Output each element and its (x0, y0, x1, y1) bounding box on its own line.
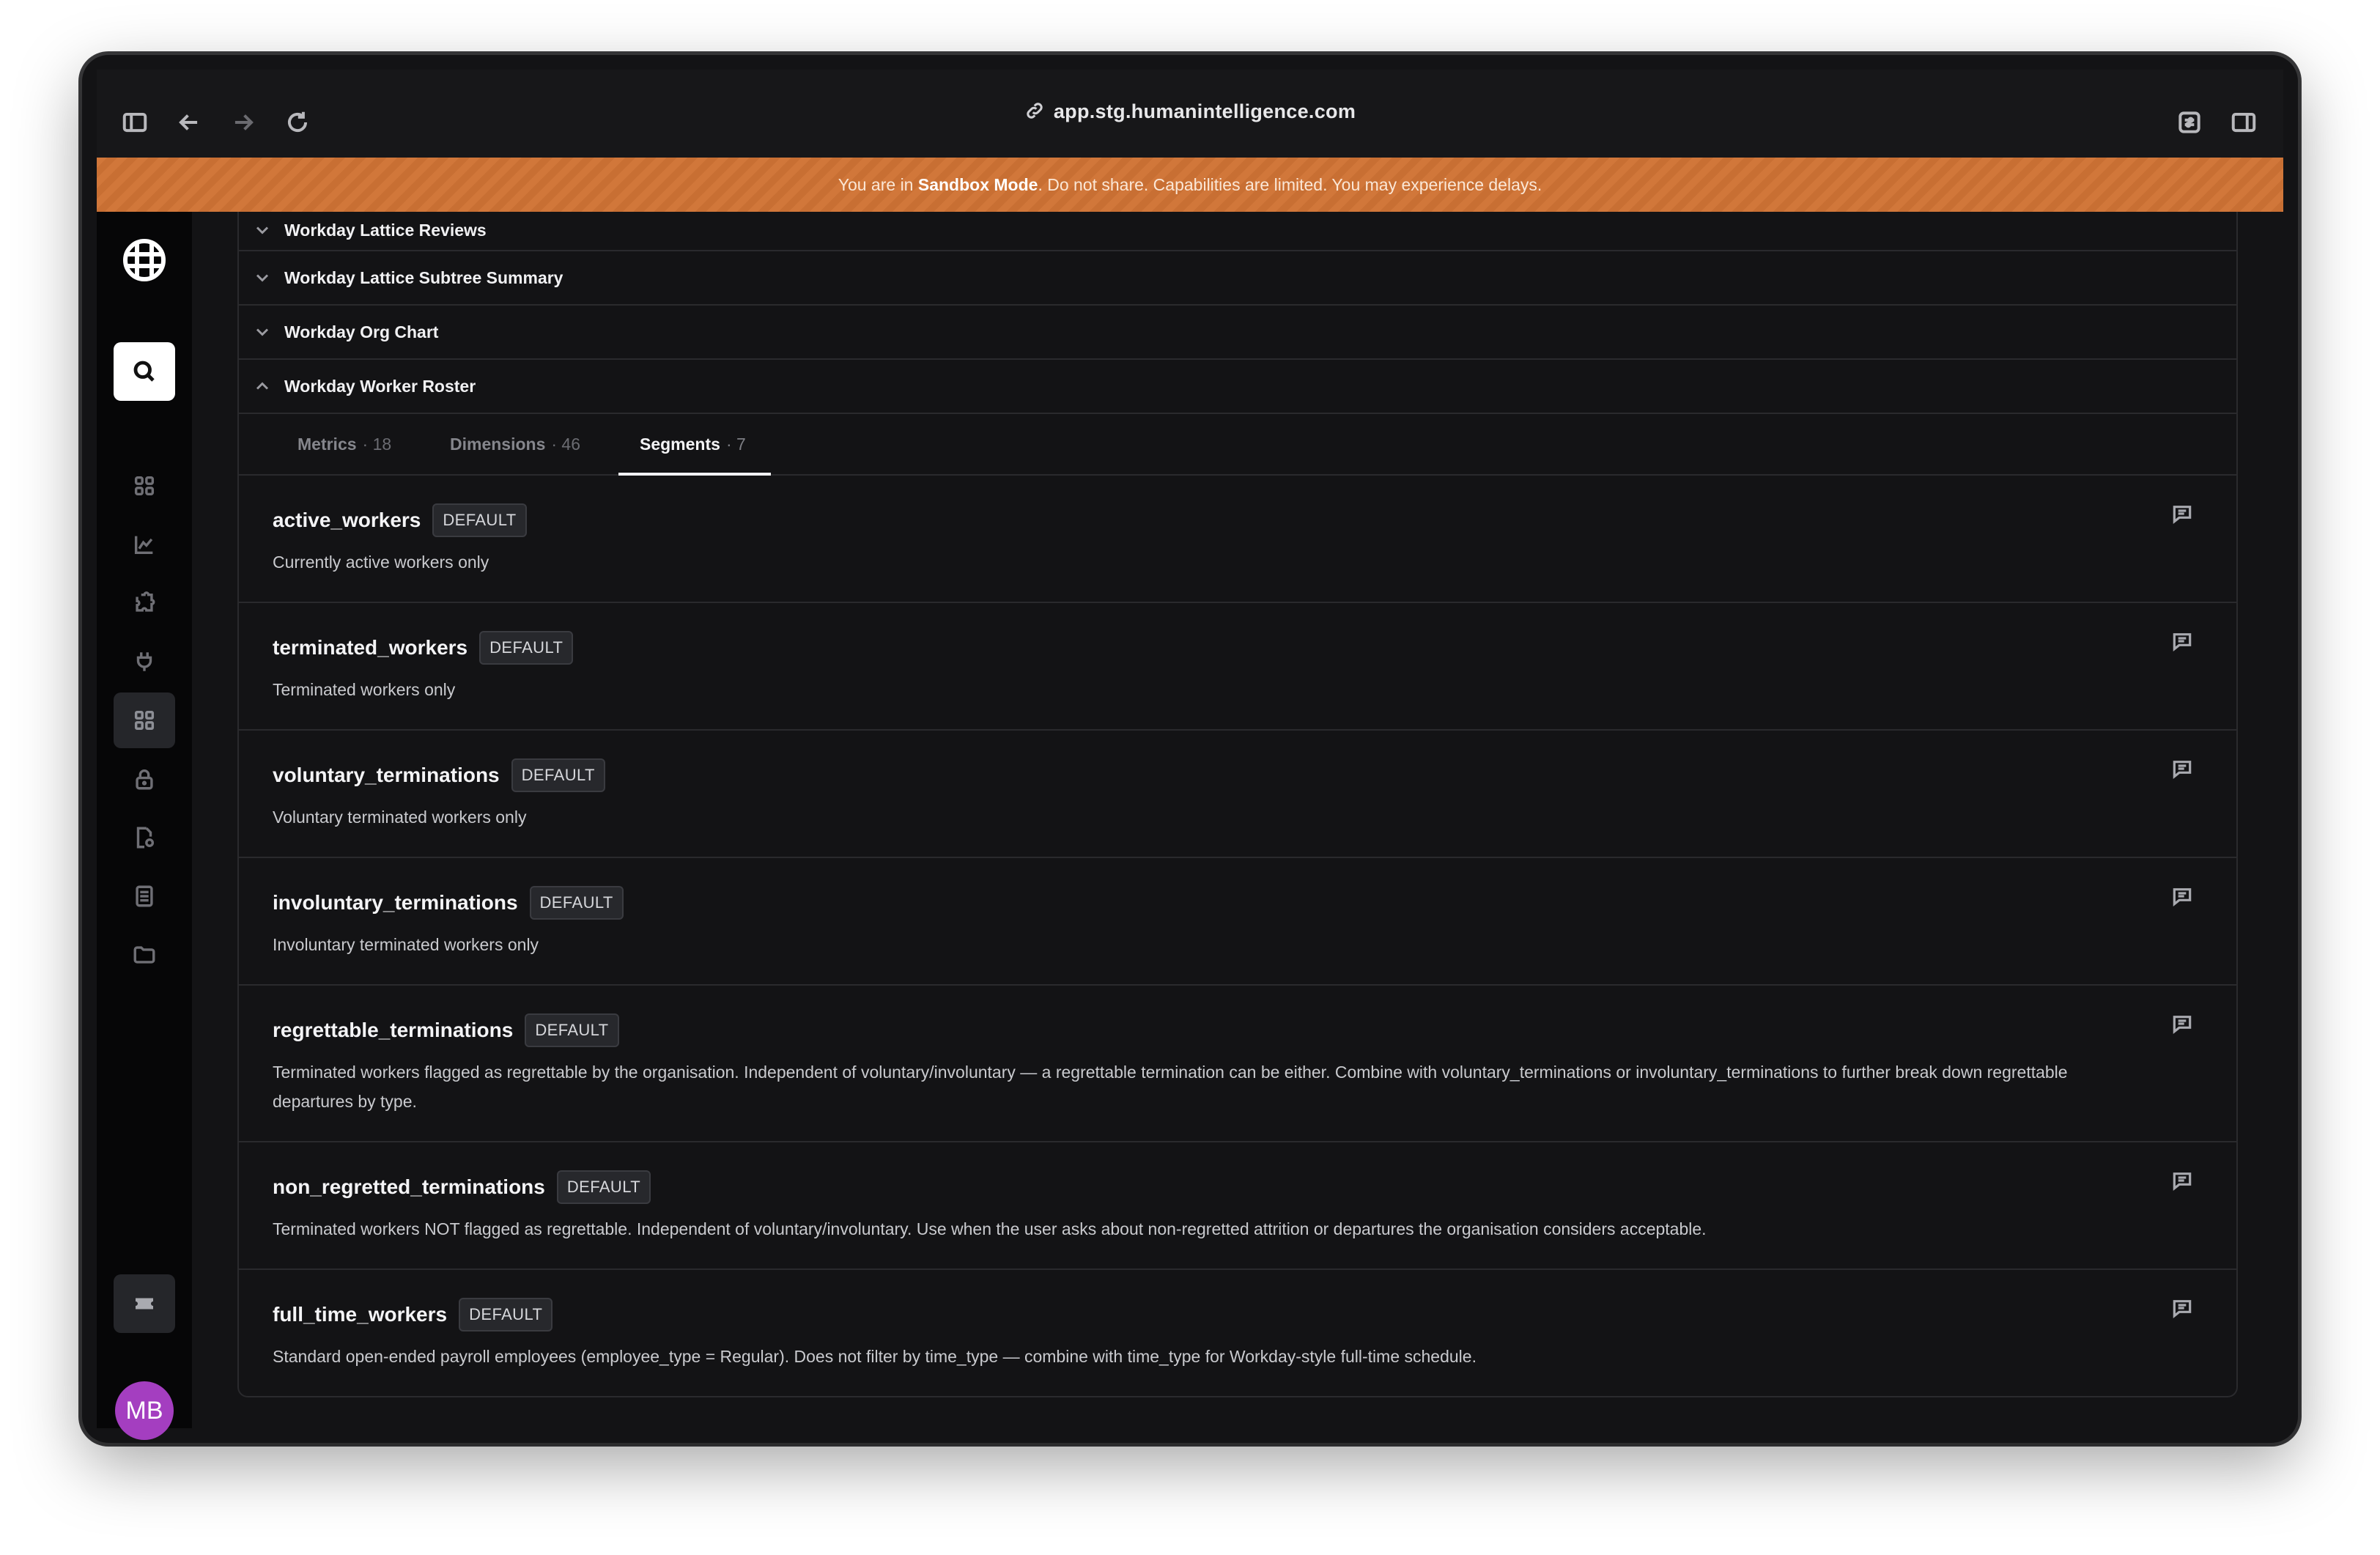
segment-description: Voluntary terminated workers only (273, 808, 527, 827)
search-icon (133, 361, 155, 382)
tab-label: Segments (640, 435, 720, 454)
banner-suffix: . Do not share. Capabilities are limited… (1038, 175, 1542, 194)
segment-name: full_time_workers (273, 1303, 448, 1326)
banner-mode: Sandbox Mode (917, 175, 1038, 194)
lock-icon[interactable] (114, 751, 175, 807)
browser-window: app.stg.humanintelligence.com You are in… (82, 55, 2298, 1443)
segment-description: Standard open-ended payroll employees (e… (273, 1347, 1477, 1366)
dashboard-icon[interactable] (114, 458, 175, 514)
avatar[interactable]: MB (115, 1381, 174, 1440)
list-item: full_time_workers DEFAULT Standard open-e… (239, 1270, 2236, 1396)
list-item: voluntary_terminations DEFAULT Voluntary … (239, 731, 2236, 858)
sources-panel: Workday Lattice Reviews Workday Lattice … (237, 212, 2238, 1397)
tab-dimensions[interactable]: Dimensions · 46 (450, 414, 580, 474)
comment-icon[interactable] (2170, 502, 2198, 530)
accordion-label: Workday Worker Roster (284, 376, 476, 396)
tab-count: · 18 (362, 435, 392, 454)
default-badge: DEFAULT (479, 631, 574, 665)
segment-description: Involuntary terminated workers only (273, 935, 539, 954)
accordion-label: Workday Lattice Subtree Summary (284, 267, 563, 287)
address-bar[interactable]: app.stg.humanintelligence.com (97, 100, 2283, 123)
segment-description: Terminated workers flagged as regrettabl… (273, 1063, 2068, 1111)
connections-plug-icon[interactable] (114, 634, 175, 690)
segment-name: active_workers (273, 509, 421, 531)
url-text: app.stg.humanintelligence.com (1053, 100, 1356, 122)
default-badge: DEFAULT (529, 886, 624, 920)
comment-icon[interactable] (2170, 1296, 2198, 1324)
accordion-row-org-chart[interactable]: Workday Org Chart (239, 306, 2236, 360)
semantic-layer-grid-icon[interactable] (114, 692, 175, 748)
list-item: involuntary_terminations DEFAULT Involunt… (239, 858, 2236, 986)
tab-label: Metrics (298, 435, 357, 454)
tab-label: Dimensions (450, 435, 546, 454)
tab-metrics[interactable]: Metrics · 18 (298, 414, 391, 474)
chevron-down-icon (256, 226, 269, 234)
tab-segments[interactable]: Segments · 7 (640, 414, 746, 474)
comment-icon[interactable] (2170, 1012, 2198, 1040)
accordion-label: Workday Org Chart (284, 322, 439, 341)
tab-count: · 46 (551, 435, 581, 454)
segment-name: non_regretted_terminations (273, 1175, 545, 1198)
default-badge: DEFAULT (556, 1170, 651, 1204)
chevron-down-icon (256, 274, 269, 282)
default-badge: DEFAULT (511, 758, 605, 792)
browser-toolbar: app.stg.humanintelligence.com (97, 70, 2283, 172)
comment-icon[interactable] (2170, 884, 2198, 912)
tab-count: · 7 (725, 435, 746, 454)
segment-name: regrettable_terminations (273, 1019, 514, 1041)
integrations-puzzle-icon[interactable] (114, 575, 175, 631)
segment-list: active_workers DEFAULT Currently active w… (239, 476, 2236, 1396)
chevron-up-icon (256, 382, 269, 390)
list-item: regrettable_terminations DEFAULT Terminat… (239, 986, 2236, 1142)
segment-name: voluntary_terminations (273, 764, 500, 786)
logo-globe-icon[interactable] (121, 237, 168, 284)
banner-prefix: You are in (838, 175, 918, 194)
ticket-button[interactable] (114, 1274, 175, 1333)
left-rail: MB (97, 212, 192, 1440)
comment-icon[interactable] (2170, 757, 2198, 785)
sandbox-banner: You are in Sandbox Mode. Do not share. C… (97, 158, 2283, 212)
main-content: Workday Lattice Reviews Workday Lattice … (192, 212, 2283, 1428)
accordion-row-lattice-reviews[interactable]: Workday Lattice Reviews (239, 212, 2236, 251)
list-item: active_workers DEFAULT Currently active w… (239, 476, 2236, 603)
default-badge: DEFAULT (432, 503, 527, 537)
segment-description: Currently active workers only (273, 553, 489, 572)
extensions-icon[interactable] (2166, 99, 2213, 146)
chevron-down-icon (256, 328, 269, 336)
segment-description: Terminated workers NOT flagged as regret… (273, 1219, 1707, 1238)
roster-tabs: Metrics · 18 Dimensions · 46 Segments · 7 (239, 414, 2236, 476)
list-icon[interactable] (114, 868, 175, 924)
segment-name: terminated_workers (273, 636, 468, 659)
ticket-icon (136, 1298, 153, 1310)
accordion-row-lattice-subtree[interactable]: Workday Lattice Subtree Summary (239, 251, 2236, 306)
document-settings-icon[interactable] (114, 810, 175, 865)
comment-icon[interactable] (2170, 1169, 2198, 1197)
accordion-label: Workday Lattice Reviews (284, 220, 487, 240)
list-item: terminated_workers DEFAULT Terminated wor… (239, 603, 2236, 731)
link-icon (1027, 103, 1043, 119)
segment-name: involuntary_terminations (273, 891, 518, 914)
analytics-chart-icon[interactable] (114, 517, 175, 572)
default-badge: DEFAULT (459, 1298, 553, 1331)
comment-icon[interactable] (2170, 629, 2198, 657)
segment-description: Terminated workers only (273, 680, 456, 699)
accordion-row-worker-roster[interactable]: Workday Worker Roster (239, 360, 2236, 414)
folder-icon[interactable] (114, 927, 175, 983)
default-badge: DEFAULT (525, 1013, 619, 1047)
list-item: non_regretted_terminations DEFAULT Termin… (239, 1142, 2236, 1270)
split-view-icon[interactable] (2220, 99, 2267, 146)
search-button[interactable] (114, 342, 175, 401)
